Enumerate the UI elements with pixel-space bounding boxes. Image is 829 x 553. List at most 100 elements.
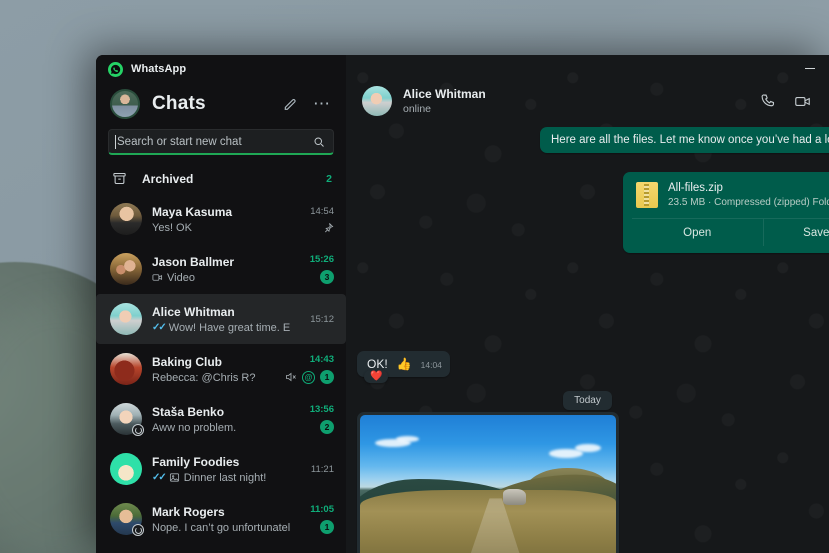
avatar-self[interactable] [110, 89, 140, 119]
open-file-button[interactable]: Open [632, 219, 763, 246]
file-meta: All-files.zip 23.5 MB · Compressed (zipp… [668, 182, 829, 208]
day-label: Today [563, 391, 612, 410]
message-reaction[interactable]: ❤️ [364, 370, 389, 383]
list-item-meta: 14:54 [300, 206, 334, 233]
list-item-meta: 15:12 [300, 314, 334, 325]
archived-count: 2 [326, 172, 332, 185]
chat-preview: Aww no problem. [152, 421, 237, 434]
archive-icon [112, 171, 127, 186]
list-item-meta: 15:26 3 [300, 254, 334, 284]
mention-icon: @ [302, 370, 315, 384]
sidebar: WhatsApp Chats ⋯ Search or start new cha… [96, 55, 346, 553]
chat-preview-text: Dinner last night! [183, 471, 267, 484]
chat-time: 15:26 [309, 254, 334, 265]
search-icon[interactable] [313, 136, 325, 148]
sidebar-item-alice-whitman[interactable]: Alice Whitman ✓✓ Wow! Have great time. E… [96, 294, 346, 344]
phone-icon[interactable] [760, 93, 777, 110]
list-item-meta: 11:21 [300, 464, 334, 475]
chat-preview-text: Wow! Have great time. Enjoy. [168, 321, 290, 334]
desktop-background: WhatsApp Chats ⋯ Search or start new cha… [0, 0, 829, 553]
chat-preview: Yes! OK [152, 221, 192, 234]
whatsapp-window: WhatsApp Chats ⋯ Search or start new cha… [96, 55, 829, 553]
chat-time: 11:21 [310, 463, 334, 475]
window-titlebar: WhatsApp [96, 55, 346, 83]
list-item-meta: 14:43 @ 1 [285, 354, 334, 384]
whatsapp-logo-icon [108, 61, 123, 77]
chat-name: Mark Rogers [152, 504, 225, 519]
search-input[interactable]: Search or start new chat [108, 129, 334, 155]
avatar [110, 253, 142, 285]
pin-icon [323, 222, 334, 233]
photo-attachment[interactable] [360, 415, 616, 553]
day-divider: Today [346, 391, 829, 410]
sidebar-item-archived[interactable]: Archived 2 [96, 163, 346, 194]
message-text: OK! [367, 357, 388, 371]
unread-badge: 1 [320, 520, 334, 534]
list-item[interactable]: Baking Club Rebecca: @Chris R? 14:43 @ 1 [96, 344, 346, 394]
list-item-meta: 13:56 2 [300, 404, 334, 434]
list-item[interactable]: Mark Rogers Nope. I can’t go unfortunate… [96, 494, 346, 544]
list-item[interactable]: Jason Ballmer Video 15:26 3 [96, 244, 346, 294]
list-item-content: Jason Ballmer Video [152, 255, 290, 284]
avatar[interactable] [362, 86, 392, 116]
file-actions: Open Save as... [632, 218, 829, 246]
list-item-content: Alice Whitman ✓✓ Wow! Have great time. E… [152, 305, 290, 334]
chat-time: 14:43 [309, 354, 334, 365]
unread-badge: 1 [320, 370, 334, 384]
avatar [110, 303, 142, 335]
chat-list[interactable]: Archived 2 Maya Kasuma Yes! OK 14:54 Jas… [96, 163, 346, 553]
message-bubble-file[interactable]: All-files.zip 23.5 MB · Compressed (zipp… [623, 172, 829, 253]
message-list: Here are all the files. Let me know once… [346, 125, 829, 553]
list-item[interactable]: Staša Benko Aww no problem. 13:56 2 [96, 394, 346, 444]
video-camera-icon[interactable] [794, 93, 811, 110]
row-indicators: @ 1 [285, 370, 334, 384]
contact-info[interactable]: Alice Whitman online [403, 87, 749, 115]
photo-icon [169, 472, 180, 483]
avatar [110, 503, 144, 536]
list-item-content: Baking Club Rebecca: @Chris R? [152, 355, 275, 384]
message-bubble-photo[interactable]: So beautiful here! 15:06 [357, 412, 619, 553]
list-item[interactable]: Maya Kasuma Yes! OK 14:54 [96, 194, 346, 244]
message-bubble-outgoing[interactable]: Here are all the files. Let me know once… [540, 127, 829, 153]
read-receipt-icon: ✓✓ [152, 322, 167, 333]
chat-name: Maya Kasuma [152, 204, 233, 219]
chat-name: Jason Ballmer [152, 254, 235, 269]
status-indicator-icon [132, 524, 144, 536]
message-time: 14:04 [420, 360, 442, 370]
avatar [110, 453, 142, 485]
contact-name: Alice Whitman [403, 87, 486, 101]
compose-icon[interactable] [280, 94, 300, 114]
file-details: 23.5 MB · Compressed (zipped) Folder [668, 197, 829, 208]
list-item-meta: 11:05 1 [300, 504, 334, 534]
archived-label: Archived [142, 171, 194, 186]
read-receipt-icon: ✓✓ [152, 472, 167, 483]
cloud-shape [395, 435, 419, 443]
file-attachment: All-files.zip 23.5 MB · Compressed (zipp… [632, 180, 829, 218]
zip-file-icon [636, 182, 658, 208]
chat-preview: Rebecca: @Chris R? [152, 371, 256, 384]
rock-shape [503, 488, 527, 505]
thumbs-up-emoji: 👍 [396, 357, 412, 371]
avatar [110, 203, 142, 235]
minimize-button[interactable] [791, 55, 829, 81]
search-placeholder: Search or start new chat [117, 135, 242, 148]
mute-icon [285, 371, 297, 383]
avatar [110, 353, 142, 385]
chat-name: Family Foodies [152, 454, 240, 469]
more-options-icon[interactable]: ⋯ [312, 94, 332, 114]
avatar [110, 403, 144, 436]
chat-preview: Video [152, 272, 290, 284]
chat-preview: ✓✓ Dinner last night! [152, 472, 290, 484]
chat-time: 15:12 [310, 313, 334, 325]
chat-name: Staša Benko [152, 404, 225, 419]
chat-name: Alice Whitman [152, 304, 235, 319]
chats-header: Chats ⋯ [96, 83, 346, 127]
contact-status: online [403, 103, 432, 115]
save-as-button[interactable]: Save as... [762, 219, 829, 246]
conversation-header: Alice Whitman online [346, 77, 829, 125]
list-item-content: Maya Kasuma Yes! OK [152, 205, 290, 234]
conversation-panel: Alice Whitman online Here are all the fi… [346, 55, 829, 553]
list-item[interactable]: Family Foodies ✓✓ Dinner last night! 11:… [96, 444, 346, 494]
chat-time: 14:54 [310, 205, 334, 217]
list-item-content: Mark Rogers Nope. I can’t go unfortunate… [152, 505, 290, 534]
